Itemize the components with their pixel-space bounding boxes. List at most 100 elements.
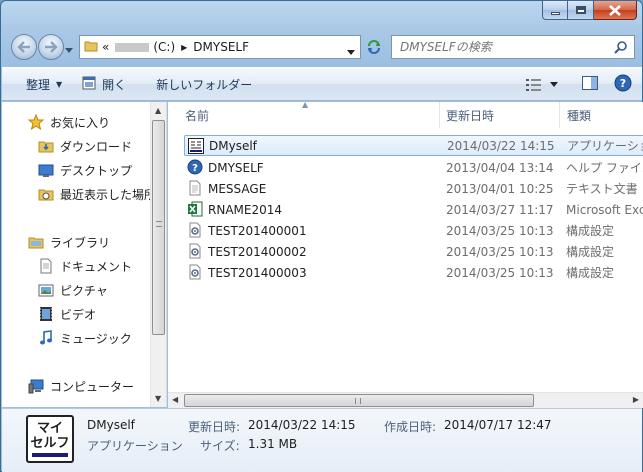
help-file-icon: ? [187,159,203,175]
nav-label: ダウンロード [60,139,133,154]
nav-label: コンピューター [50,379,135,394]
view-options-button[interactable] [526,78,558,91]
search-input[interactable] [400,40,610,54]
details-size-value: 1.31 MB [248,437,298,451]
file-date: 2013/04/01 10:25 [446,181,554,196]
open-button[interactable]: 開く [72,71,136,97]
nav-favorites[interactable]: お気に入り [28,112,110,132]
details-file-name: DMyself [87,418,135,432]
recent-places-icon [38,186,54,202]
desktop-icon [38,162,54,178]
nav-pictures[interactable]: ピクチャ [38,280,108,300]
file-row[interactable]: DMyself 2014/03/22 14:15 アプリケーション [184,135,643,156]
search-icon[interactable] [614,40,628,57]
file-name: RNAME2014 [208,202,282,217]
forward-button[interactable] [38,34,64,60]
scroll-down-icon[interactable]: ▼ [155,394,161,403]
breadcrumb-drive-label-redacted [115,42,150,52]
nav-libraries[interactable]: ライブラリ [28,232,110,252]
breadcrumb-overflow[interactable]: « [102,40,109,54]
column-date-header[interactable]: 更新日時 [440,102,560,128]
organize-label: 整理 [26,77,51,92]
file-date: 2013/04/04 13:14 [446,160,554,175]
computer-icon [28,378,44,394]
organize-button[interactable]: 整理 ▼ [16,71,72,97]
file-name: TEST201400003 [208,265,307,280]
refresh-button[interactable] [363,35,385,59]
nav-recent-places[interactable]: 最近表示した場所 [38,184,156,204]
library-icon [28,234,44,250]
open-icon [82,76,96,93]
video-icon [38,306,54,322]
breadcrumb-folder[interactable]: DMYSELF [193,40,249,54]
scroll-up-icon[interactable]: ▲ [155,106,161,115]
recent-pages-dropdown[interactable] [65,42,73,56]
file-row[interactable]: TEST201400003 2014/03/25 10:13 構成設定 [184,262,643,283]
grip-icon [355,398,361,404]
nav-label: ライブラリ [50,235,111,250]
nav-music[interactable]: ミュージック [38,328,132,348]
view-controls: ? [526,74,632,95]
svg-text:?: ? [620,77,626,90]
search-box[interactable] [391,35,635,59]
nav-computer[interactable]: コンピューター [28,376,134,396]
nav-label: ミュージック [60,331,132,346]
nav-downloads[interactable]: ダウンロード [38,136,132,156]
back-button[interactable] [11,34,37,60]
scroll-left-icon[interactable]: ◀ [172,395,178,404]
arrow-left-icon [17,41,30,53]
nav-desktop[interactable]: デスクトップ [38,160,132,180]
column-name-header[interactable]: 名前 ▲ [168,102,440,128]
maximize-icon [575,6,586,14]
app-icon [188,138,204,154]
downloads-folder-icon [38,138,54,154]
file-row[interactable]: MESSAGE 2013/04/01 10:25 テキスト文書 [184,178,643,199]
minimize-button[interactable] [542,1,568,20]
file-type: 構成設定 [566,224,615,238]
file-row[interactable]: RNAME2014 2014/03/27 11:17 Microsoft Exc… [184,199,643,220]
file-row[interactable]: ? DMYSELF 2013/04/04 13:14 ヘルプ ファイル [184,157,643,178]
file-row[interactable]: TEST201400002 2014/03/25 10:13 構成設定 [184,241,643,262]
navigation-scrollbar[interactable]: ▲ ▼ [150,102,166,407]
file-date: 2014/03/25 10:13 [446,223,554,238]
nav-videos[interactable]: ビデオ [38,304,96,324]
column-type-header[interactable]: 種類 [560,102,643,128]
folder-icon [84,39,98,56]
close-button[interactable] [594,1,637,20]
icon-text: マイ [36,421,63,436]
excel-icon [187,201,203,217]
address-history-dropdown[interactable] [347,44,355,58]
scroll-right-icon[interactable]: ▶ [633,395,639,404]
file-date: 2014/03/27 11:17 [446,202,554,217]
chevron-down-icon [347,50,355,55]
file-name: TEST201400002 [208,244,307,259]
file-row[interactable]: TEST201400001 2014/03/25 10:13 構成設定 [184,220,643,241]
details-size-label: サイズ: [200,439,240,453]
maximize-button[interactable] [568,1,594,20]
file-list: 名前 ▲ 更新日時 種類 DMyself 2014/03/22 14:15 アプ… [168,102,643,392]
breadcrumb-drive[interactable]: (C:) [153,40,175,54]
file-date: 2014/03/25 10:13 [446,244,554,259]
command-bar: 整理 ▼ 開く 新しいフォルダー ? [2,67,642,101]
new-folder-button[interactable]: 新しいフォルダー [146,71,262,97]
star-icon [28,114,44,130]
column-header-label: 更新日時 [446,108,495,123]
chevron-down-icon [65,48,73,53]
column-header-label: 名前 [185,108,210,123]
help-icon: ? [614,74,632,92]
scrollbar-thumb[interactable] [152,120,165,335]
nav-label: デスクトップ [60,163,133,178]
address-bar[interactable]: « (C:) ▶ DMYSELF [79,35,361,59]
preview-pane-icon [582,76,598,90]
icon-text: セルフ [30,436,70,451]
arrow-right-icon [45,41,58,53]
scrollbar-thumb[interactable] [184,394,534,407]
document-icon [38,258,54,274]
preview-pane-button[interactable] [582,76,598,93]
nav-documents[interactable]: ドキュメント [38,256,132,276]
help-button[interactable]: ? [614,74,632,95]
chevron-down-icon: ▼ [56,79,63,89]
file-date: 2014/03/22 14:15 [447,138,555,153]
file-list-horizontal-scrollbar[interactable]: ◀ ▶ [168,392,643,408]
refresh-icon [368,40,380,54]
